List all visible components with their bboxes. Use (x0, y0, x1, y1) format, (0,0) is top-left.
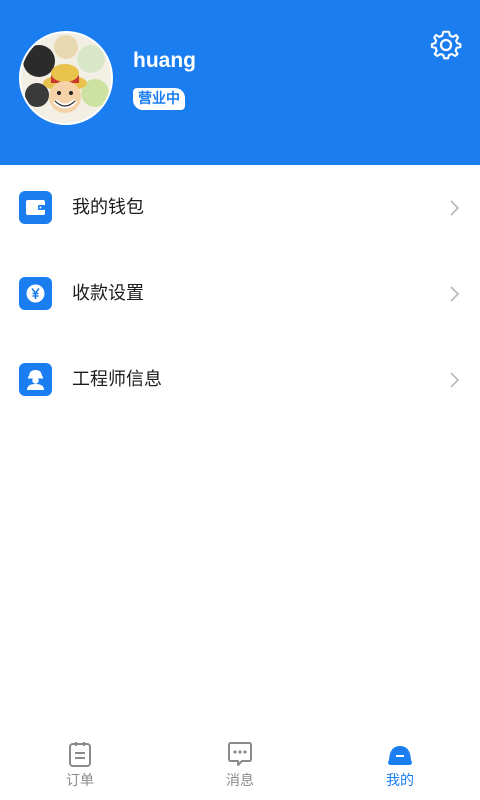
menu-item-label: 收款设置 (72, 283, 144, 304)
chat-bubble-icon (226, 740, 254, 768)
tab-label: 消息 (226, 773, 254, 789)
tab-mine[interactable]: 我的 (360, 728, 440, 800)
avatar[interactable] (19, 31, 113, 125)
menu-item-engineer-info[interactable]: 工程师信息 (0, 337, 480, 423)
menu-item-label: 工程师信息 (72, 369, 162, 390)
menu-item-wallet[interactable]: 我的钱包 (0, 165, 480, 251)
profile-page: huang 营业中 我的钱包 收款设置 工程师信息 订单 消息 我的 (0, 0, 480, 800)
bottom-tab-bar: 订单 消息 我的 (0, 728, 480, 800)
tab-label: 我的 (386, 773, 414, 789)
tab-orders[interactable]: 订单 (40, 728, 120, 800)
menu-item-label: 我的钱包 (72, 197, 144, 218)
tab-messages[interactable]: 消息 (200, 728, 280, 800)
engineer-icon (19, 363, 52, 396)
chevron-right-icon (449, 370, 461, 390)
profile-menu: 我的钱包 收款设置 工程师信息 (0, 165, 480, 423)
avatar-illustration-icon (21, 33, 111, 123)
username: huang (133, 49, 196, 72)
clipboard-icon (66, 740, 94, 768)
chevron-right-icon (449, 284, 461, 304)
wallet-icon (19, 191, 52, 224)
profile-header: huang 营业中 (0, 0, 480, 165)
gear-icon[interactable] (430, 29, 462, 61)
menu-item-payment-settings[interactable]: 收款设置 (0, 251, 480, 337)
status-badge: 营业中 (133, 88, 185, 110)
tab-label: 订单 (66, 773, 94, 789)
chevron-right-icon (449, 198, 461, 218)
yen-coin-icon (19, 277, 52, 310)
helmet-icon (386, 740, 414, 768)
